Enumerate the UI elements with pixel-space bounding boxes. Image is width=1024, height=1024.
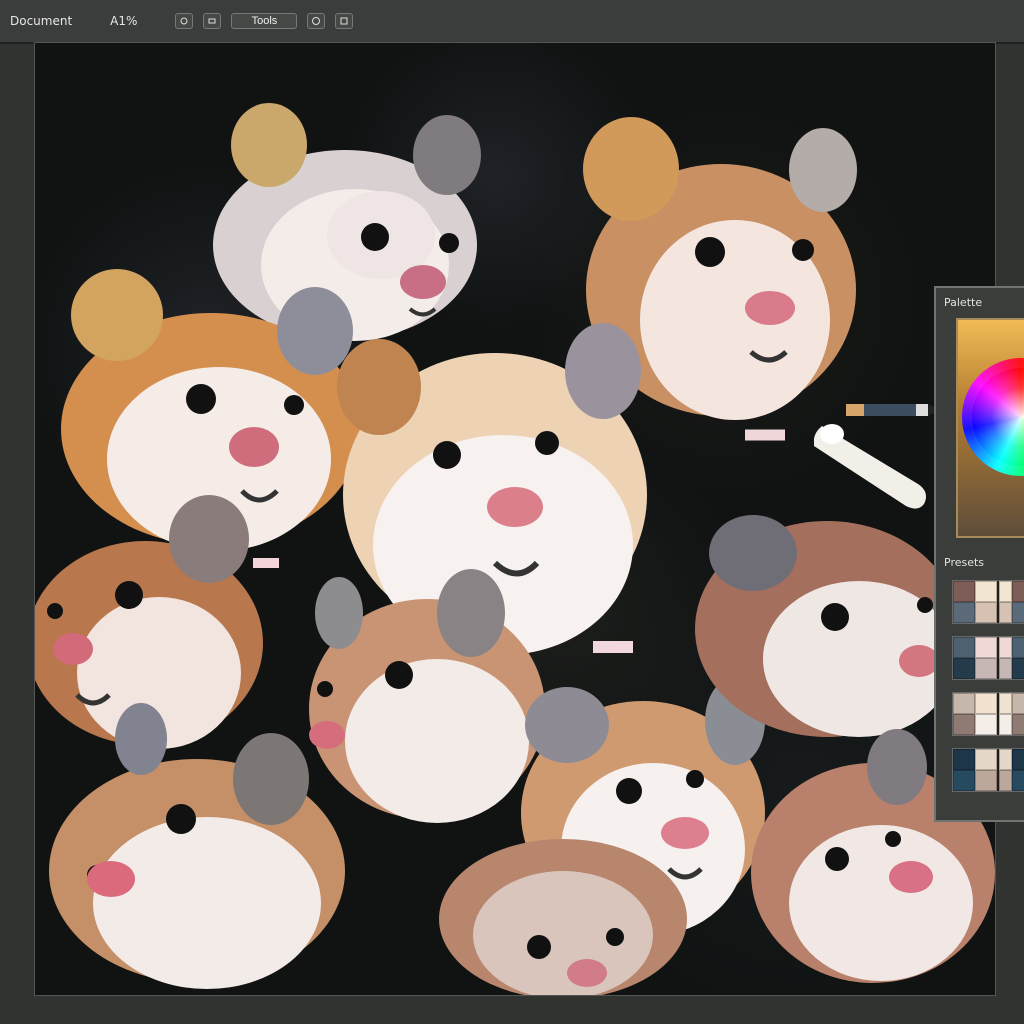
stylus-icon — [813, 416, 936, 512]
save-button[interactable] — [335, 13, 354, 29]
color-swatch[interactable] — [953, 581, 975, 602]
swatch-group-2a — [953, 637, 999, 679]
swatch-row-3 — [952, 692, 1024, 736]
swatch-row-1 — [952, 580, 1024, 624]
color-swatch[interactable] — [975, 693, 997, 714]
color-swatch[interactable] — [1012, 714, 1024, 735]
color-swatch[interactable] — [953, 602, 975, 623]
hamster-illustration-9 — [35, 701, 347, 995]
color-swatch[interactable] — [975, 770, 997, 791]
color-swatch[interactable] — [953, 693, 975, 714]
color-swatch[interactable] — [999, 637, 1012, 658]
swatch-group-4b — [999, 749, 1024, 791]
color-swatch[interactable] — [1012, 602, 1024, 623]
color-swatch[interactable] — [953, 714, 975, 735]
eraser-button[interactable] — [203, 13, 222, 29]
tools-button[interactable]: Tools — [231, 13, 298, 29]
palette-title: Palette — [944, 296, 983, 309]
save-icon — [340, 17, 348, 25]
color-swatch[interactable] — [975, 637, 997, 658]
color-swatch[interactable] — [999, 714, 1012, 735]
canvas-area[interactable] — [34, 42, 996, 996]
color-swatch[interactable] — [953, 658, 975, 679]
swatch-group-3b — [999, 693, 1024, 735]
color-swatch[interactable] — [1012, 637, 1024, 658]
eraser-icon — [208, 18, 216, 24]
color-swatch[interactable] — [999, 693, 1012, 714]
color-swatch[interactable] — [975, 581, 997, 602]
color-swatch[interactable] — [1012, 581, 1024, 602]
color-swatch[interactable] — [953, 770, 975, 791]
color-swatch[interactable] — [975, 658, 997, 679]
brush-button[interactable] — [175, 13, 194, 29]
image-editor-window: Document A1% Tools Palette Presets — [0, 0, 1024, 1024]
color-wheel-icon[interactable] — [962, 358, 1024, 476]
color-swatch[interactable] — [1012, 770, 1024, 791]
color-swatch[interactable] — [953, 749, 975, 770]
color-swatch[interactable] — [953, 637, 975, 658]
color-swatch[interactable] — [975, 602, 997, 623]
zoom-indicator: A1% — [110, 14, 138, 28]
color-swatch[interactable] — [999, 658, 1012, 679]
layers-icon — [312, 17, 321, 25]
top-toolbar: Document A1% Tools — [0, 0, 1024, 44]
swatch-group-1b — [999, 581, 1024, 623]
color-swatch[interactable] — [1012, 658, 1024, 679]
color-swatch[interactable] — [999, 770, 1012, 791]
swatch-row-2 — [952, 636, 1024, 680]
layers-button[interactable] — [307, 13, 326, 29]
swatch-group-2b — [999, 637, 1024, 679]
color-swatch[interactable] — [999, 749, 1012, 770]
color-picker-area[interactable] — [956, 318, 1024, 538]
color-swatch[interactable] — [999, 581, 1012, 602]
color-swatch[interactable] — [975, 749, 997, 770]
presets-title: Presets — [944, 556, 985, 569]
brush-icon — [180, 17, 188, 25]
hamster-illustration-10 — [437, 819, 689, 995]
palette-panel: Palette Presets — [934, 286, 1024, 822]
color-swatch[interactable] — [975, 714, 997, 735]
color-swatch[interactable] — [999, 602, 1012, 623]
swatch-row-4 — [952, 748, 1024, 792]
document-title: Document — [10, 14, 73, 28]
color-swatch[interactable] — [1012, 693, 1024, 714]
swatch-group-4a — [953, 749, 999, 791]
color-swatch[interactable] — [1012, 749, 1024, 770]
swatch-group-3a — [953, 693, 999, 735]
swatch-group-1a — [953, 581, 999, 623]
